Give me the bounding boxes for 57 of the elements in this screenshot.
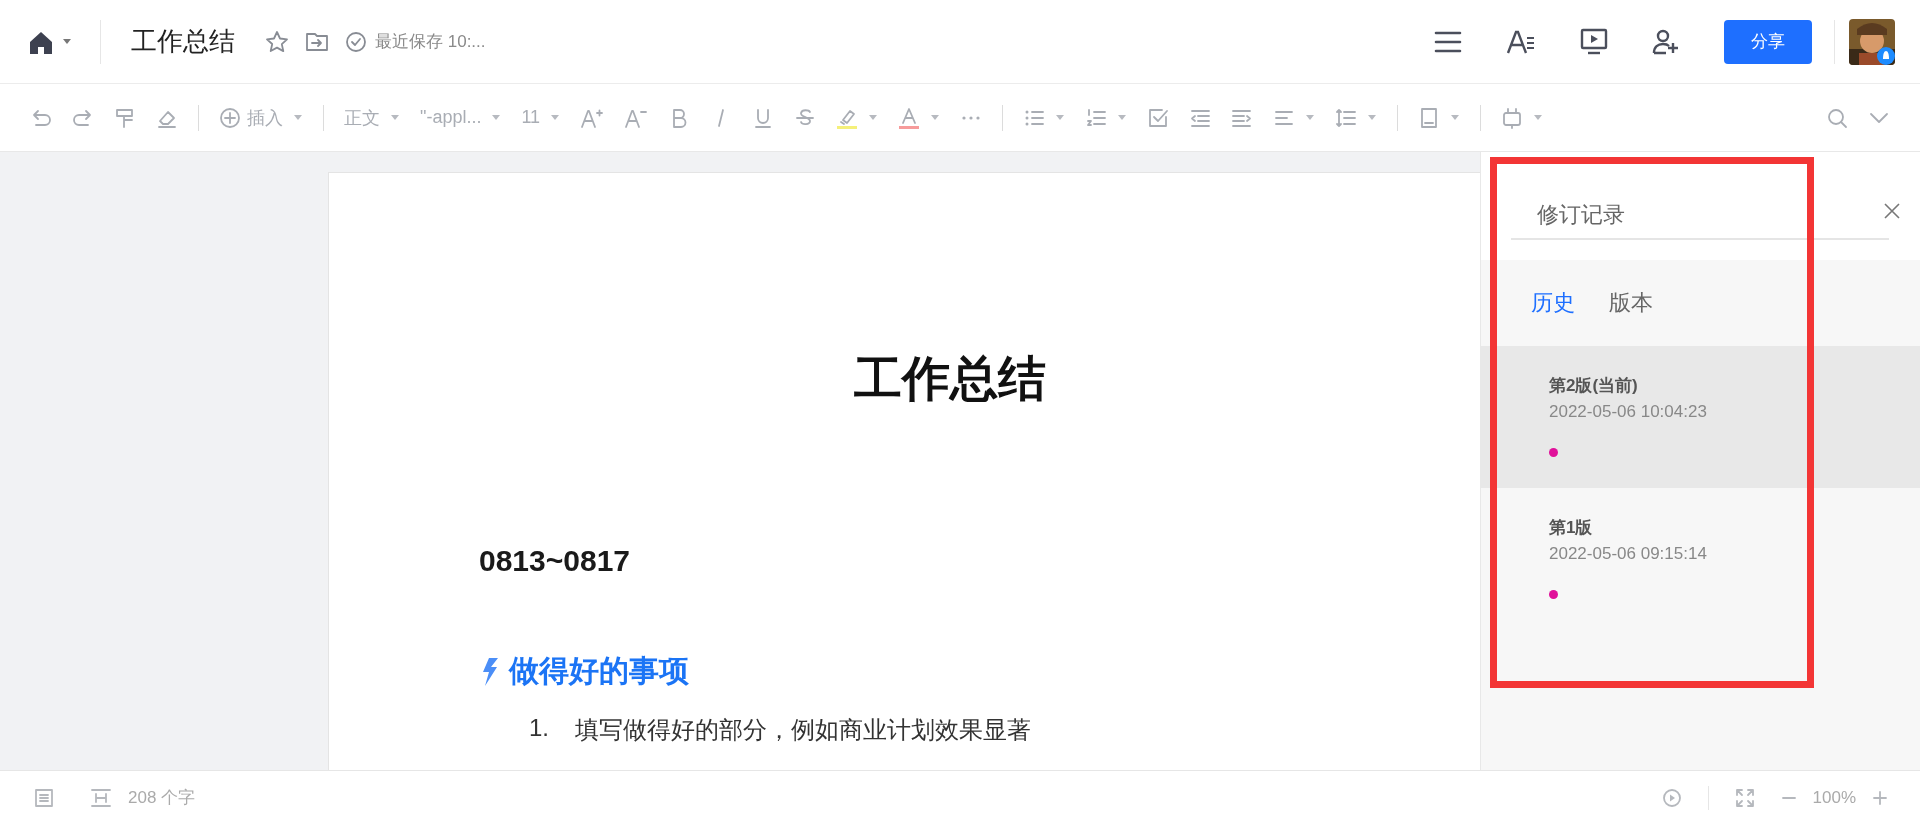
plugin-icon[interactable] [1501,106,1524,129]
word-count: 208 个字 [128,787,196,809]
text-format-icon[interactable] [1506,28,1536,55]
page-width-icon[interactable] [90,786,112,809]
font-color-icon[interactable] [898,106,921,129]
check-circle-icon [345,30,367,53]
section-heading: 做得好的事项 [509,653,689,689]
list-item-text: 填写做得好的部分，例如商业计划效果显著 [575,715,1031,745]
presentation-icon[interactable] [1580,28,1608,55]
home-icon[interactable] [28,29,54,54]
caret-icon[interactable] [1533,114,1544,121]
insert-button[interactable]: 插入 [219,105,283,130]
version-name: 第2版(当前) [1549,375,1639,397]
caret-icon[interactable] [868,114,879,121]
save-status: 最近保存 10:... [375,31,486,53]
date-range: 0813~0817 [479,543,631,579]
document-heading: 工作总结 [853,351,1047,407]
star-icon[interactable] [265,29,289,54]
checkbox-icon[interactable] [1147,106,1170,129]
panel-tab[interactable]: 版本 [1609,288,1653,318]
caret-icon[interactable] [550,114,561,121]
panel-title: 修订记录 [1511,200,1889,240]
format-painter-icon[interactable] [114,106,136,129]
zoom-in-icon[interactable] [1872,789,1888,806]
outline-icon[interactable] [34,787,54,808]
caret-icon[interactable] [390,114,400,121]
search-icon[interactable] [1826,106,1848,129]
version-time: 2022-05-06 09:15:14 [1549,543,1708,565]
list-number: 1. [529,714,550,743]
font-dropdown[interactable]: "-appl... [420,107,482,128]
caret-icon[interactable] [491,114,502,121]
version-time: 2022-05-06 10:04:23 [1549,401,1708,423]
author-dot [1549,590,1558,599]
paragraph-style-dropdown[interactable]: 正文 [344,105,380,130]
document-title: 工作总结 [131,25,235,58]
caret-icon[interactable] [293,114,303,121]
caret-icon[interactable] [1305,114,1316,121]
font-size-dropdown[interactable]: 11 [521,107,541,128]
version-item[interactable]: 第2版(当前) 2022-05-06 10:04:23 [1481,346,1920,488]
plus-circle-icon [219,106,241,129]
line-spacing-icon[interactable] [1335,106,1358,129]
close-icon[interactable] [1883,202,1901,220]
share-button[interactable]: 分享 [1724,19,1812,64]
caret-icon[interactable] [930,114,941,121]
panel-tab[interactable]: 历史 [1531,288,1575,318]
caret-icon[interactable] [1055,114,1066,121]
numbered-list-icon[interactable] [1085,106,1108,129]
caret-icon[interactable] [1117,114,1128,121]
version-name: 第1版 [1549,517,1594,539]
add-user-icon[interactable] [1652,28,1680,55]
caret-icon[interactable] [1450,114,1461,121]
author-dot [1549,448,1558,457]
zoom-level: 100% [1812,787,1856,808]
caret-icon[interactable] [1367,114,1378,121]
fullscreen-icon[interactable] [1734,787,1755,808]
play-icon[interactable] [1661,787,1682,808]
caret-icon[interactable] [62,38,72,45]
